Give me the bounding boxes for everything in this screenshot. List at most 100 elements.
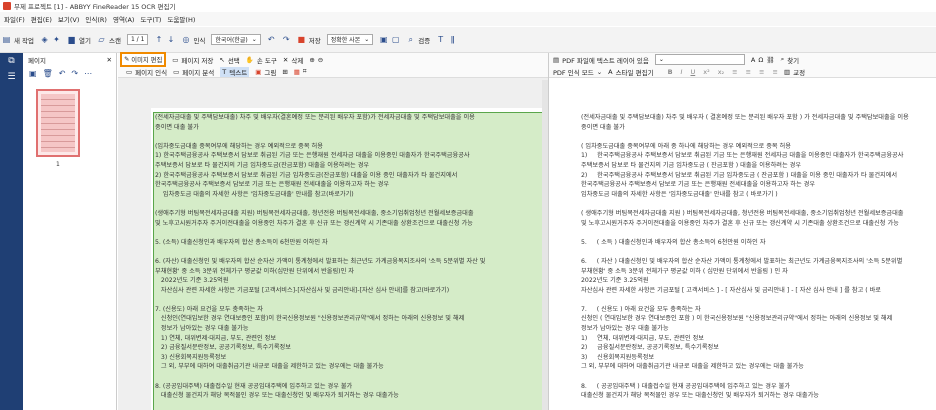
pdf-mode-label: PDF 인식 모드 bbox=[553, 68, 594, 77]
barcode-area-tool[interactable]: ▦ ⌗ bbox=[294, 67, 307, 76]
hand-icon: ✋ bbox=[245, 55, 254, 64]
style-editor-button[interactable]: A 스타일 편집기 bbox=[608, 67, 653, 77]
delete-label: 삭제 bbox=[291, 56, 304, 65]
style-editor-label: 스타일 편집기 bbox=[615, 68, 654, 77]
align-center-icon: ≡ bbox=[745, 67, 752, 76]
undo-button[interactable]: ↶ bbox=[267, 35, 276, 44]
align-icon: A bbox=[750, 55, 756, 64]
image-panel: ✎ 이미지 편집 ▭ 페이지 저장 ↖ 선택 ✋ 손 도구 ✕ 삭제 ⊕ ⊖ ▭ 페이지 인식… bbox=[118, 52, 553, 410]
table-area-tool[interactable]: ⊞ bbox=[282, 68, 287, 76]
extra-buttons[interactable]: Tǁ bbox=[436, 35, 457, 44]
page-counter-value: 1 / 1 bbox=[130, 36, 145, 43]
verify-label: 검증 bbox=[418, 36, 431, 45]
font-select[interactable]: ⌄ bbox=[654, 54, 745, 65]
select-tool[interactable]: ↖ 선택 bbox=[219, 55, 239, 65]
page-number-label: 1 bbox=[56, 161, 60, 168]
page-image-text: (전세자금대출 및 주택담보대출) 차주 및 배우자(결혼예정 또는 분리된 배… bbox=[155, 114, 486, 400]
chevron-down-icon: ⌄ bbox=[658, 56, 664, 63]
pdf-text-layer-button[interactable]: ▤ PDF 파일에 텍스트 레이어 있음 bbox=[553, 55, 649, 65]
text-toolbar: ▤ PDF 파일에 텍스트 레이어 있음 ⌄ A Ω ⛓ ⌕ 찾기 bbox=[549, 53, 936, 66]
verify-button[interactable]: ⌕ 검증 bbox=[406, 35, 431, 45]
pdf-mode-button[interactable]: PDF 인식 모드 ⌄ bbox=[553, 67, 602, 77]
page-counter[interactable]: 1 / 1 bbox=[126, 34, 149, 45]
align-right-icon: ≡ bbox=[759, 67, 765, 76]
language-value: 한국어(한글) bbox=[215, 37, 248, 44]
edit-image-button[interactable]: ✎ 이미지 편집 bbox=[120, 52, 167, 67]
page-thumbnail[interactable] bbox=[36, 89, 80, 157]
page-icon: ▭ bbox=[172, 55, 179, 64]
arrow-down-icon: ↓ bbox=[167, 35, 175, 44]
page-icon: ▭ bbox=[173, 67, 180, 76]
align-left-icon: ≡ bbox=[732, 67, 738, 76]
format-buttons[interactable]: B I Ux² x₂ ≡ ≡ ≡ ≡ bbox=[668, 68, 778, 76]
table-icon: ⊞ bbox=[282, 67, 288, 76]
recognize-icon: ◎ bbox=[182, 35, 190, 44]
arrow-up-icon: ↑ bbox=[155, 35, 163, 44]
pages-panel-title: 페이지 bbox=[28, 57, 46, 65]
save-button[interactable]: ■ 저장 bbox=[297, 35, 320, 45]
folder-icon: ▆ bbox=[68, 35, 75, 44]
new-task-icon: ▤ bbox=[2, 35, 11, 44]
correct-button[interactable]: ▥ 교정 bbox=[784, 67, 805, 77]
save-format-select[interactable]: 정확한 사본 ⌄ bbox=[326, 34, 374, 45]
text-area-tool[interactable]: T 텍스트 bbox=[220, 66, 250, 77]
menu-tools[interactable]: 도구(T) bbox=[140, 14, 161, 24]
page-analyze-label: 페이지 분석 bbox=[182, 68, 215, 77]
link-icon: ⛓ bbox=[766, 55, 775, 64]
page-analyze-button[interactable]: ▭ 페이지 분석 bbox=[173, 67, 214, 77]
title-bar: 무제 프로젝트 [1] - ABBYY FineReader 15 OCR 편집… bbox=[0, 0, 936, 12]
search-icon: ⌕ bbox=[780, 55, 785, 63]
list-icon[interactable]: ☰ bbox=[0, 69, 23, 85]
page-nav[interactable]: ↑ ↓ bbox=[154, 35, 175, 44]
page-recognize-label: 페이지 인식 bbox=[135, 68, 168, 77]
delete-icon[interactable]: 🗑 bbox=[43, 69, 53, 78]
zoom-buttons[interactable]: ⊕ ⊖ bbox=[309, 56, 323, 64]
split-view-icon: ▣ bbox=[379, 35, 388, 44]
underline-icon: U bbox=[690, 67, 696, 76]
find-button[interactable]: ⌕ 찾기 bbox=[781, 55, 800, 65]
hand-tool[interactable]: ✋ 손 도구 bbox=[246, 55, 277, 65]
page-recognize-button[interactable]: ▭ 페이지 인식 bbox=[126, 67, 167, 77]
save-format-value: 정확한 사본 bbox=[330, 37, 361, 44]
rotate-left-icon[interactable]: ↶ bbox=[59, 69, 66, 78]
layers-button[interactable]: ◈ ✦ bbox=[40, 35, 61, 44]
language-select[interactable]: 한국어(한글) ⌄ bbox=[211, 34, 261, 45]
pdf-icon: ▤ bbox=[553, 55, 560, 64]
more-icon[interactable]: ⋯ bbox=[84, 69, 92, 78]
view-mode-buttons[interactable]: ▣ ▢ bbox=[379, 35, 400, 44]
menu-bar: 파일(F) 편집(E) 보기(V) 인식(R) 영역(A) 도구(T) 도움말(… bbox=[0, 12, 936, 26]
page-icon: ▭ bbox=[126, 67, 133, 76]
menu-edit[interactable]: 편집(E) bbox=[31, 14, 52, 24]
menu-area[interactable]: 영역(A) bbox=[113, 14, 134, 24]
bold-icon: B bbox=[667, 67, 673, 76]
style-icon: A bbox=[608, 67, 613, 76]
menu-file[interactable]: 파일(F) bbox=[4, 14, 25, 24]
special-char-buttons[interactable]: A Ω ⛓ bbox=[751, 56, 775, 64]
menu-view[interactable]: 보기(V) bbox=[58, 14, 79, 24]
italic-icon: I bbox=[680, 67, 683, 76]
redo-icon: ↷ bbox=[282, 35, 290, 44]
pages-toolbar: ▣ 🗑 ↶ ↷ ⋯ bbox=[23, 67, 116, 79]
page-save-button[interactable]: ▭ 페이지 저장 bbox=[172, 55, 213, 65]
pages-icon[interactable]: ⧉ bbox=[0, 53, 23, 69]
menu-help[interactable]: 도움말(H) bbox=[167, 14, 195, 24]
lens-icon: ǁ bbox=[450, 35, 455, 44]
recognized-text[interactable]: (전세자금대출 및 주택담보대출) 차주 및 배우자 ( 결혼예정 또는 분리된… bbox=[581, 113, 936, 410]
single-view-icon: ▢ bbox=[391, 35, 400, 44]
delete-area-button[interactable]: ✕ 삭제 bbox=[283, 55, 303, 65]
redo-button[interactable]: ↷ bbox=[282, 35, 291, 44]
recognize-button[interactable]: ◎ 인식 bbox=[181, 35, 205, 45]
picture-area-tool[interactable]: ▣ 그림 bbox=[255, 67, 276, 77]
pages-panel: 페이지 ✕ ▣ 🗑 ↶ ↷ ⋯ 1 bbox=[23, 53, 117, 410]
new-task-button[interactable]: ▤ 새 작업 bbox=[2, 35, 34, 45]
open-label: 열기 bbox=[79, 36, 91, 45]
close-icon[interactable]: ✕ bbox=[107, 56, 112, 64]
image-toolbar-2: ▭ 페이지 인식 ▭ 페이지 분석 T 텍스트 ▣ 그림 ⊞ ▦ ⌗ bbox=[118, 66, 548, 78]
open-button[interactable]: ▆ 열기 bbox=[67, 35, 91, 45]
rotate-right-icon[interactable]: ↷ bbox=[71, 69, 78, 78]
settings-icon: ✦ bbox=[53, 35, 60, 44]
main-toolbar: ▤ 새 작업 ◈ ✦ ▆ 열기 ▱ 스캔 1 / 1 ↑ ↓ ◎ 인식 한국어(한글) ⌄ ↶… bbox=[0, 27, 936, 53]
menu-recognize[interactable]: 인식(R) bbox=[85, 14, 107, 24]
save-icon[interactable]: ▣ bbox=[29, 69, 37, 78]
scan-button[interactable]: ▱ 스캔 bbox=[97, 35, 121, 45]
